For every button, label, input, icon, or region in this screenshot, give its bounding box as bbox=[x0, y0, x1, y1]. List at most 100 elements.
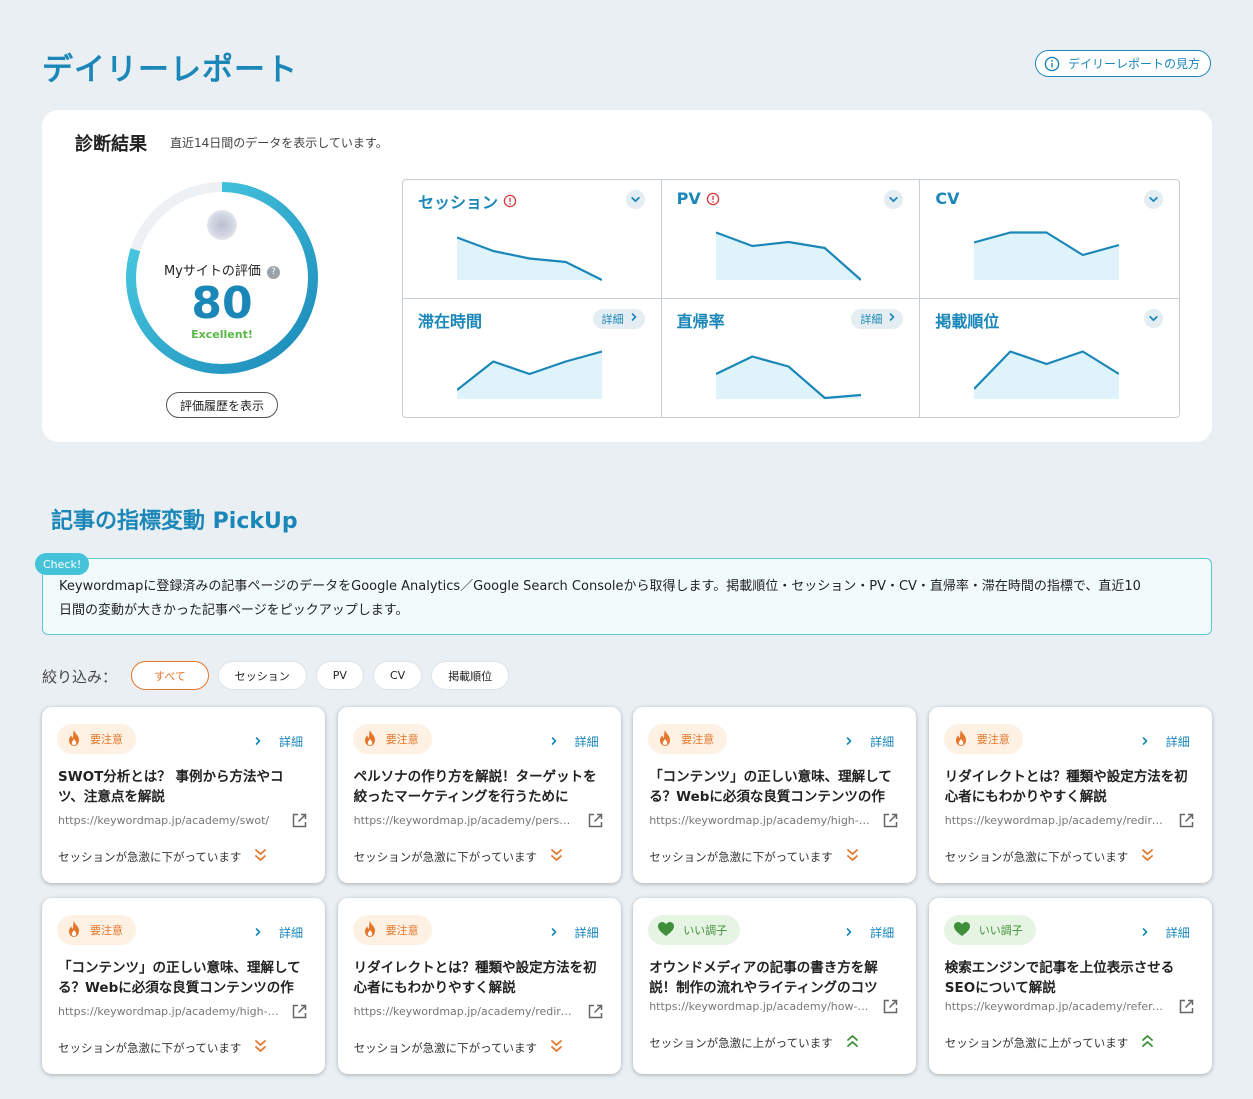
article-title[interactable]: SWOT分析とは？ 事例から方法やコツ、注意点を解説 bbox=[58, 767, 306, 807]
article-url[interactable]: https://keywordmap.jp/academy/persona/ bbox=[354, 814, 576, 827]
filter-chip[interactable]: すべて bbox=[131, 661, 209, 690]
card-detail-link[interactable]: 詳細 bbox=[549, 924, 599, 941]
external-link-icon[interactable] bbox=[291, 1003, 308, 1024]
external-link-icon[interactable] bbox=[1178, 998, 1195, 1019]
metric-expand-button[interactable] bbox=[1143, 190, 1163, 209]
status-badge: 要注意 bbox=[352, 915, 432, 945]
pickup-title: 記事の指標変動 PickUp bbox=[51, 509, 298, 534]
metric-expand-button[interactable] bbox=[884, 190, 904, 209]
article-title[interactable]: 「コンテンツ」の正しい意味、理解してる？Webに必須な良質コンテンツの作り方 bbox=[649, 767, 897, 807]
double-chevron-up-icon bbox=[1128, 1034, 1154, 1051]
metric-cell: CV bbox=[920, 180, 1179, 299]
double-chevron-down-icon bbox=[537, 848, 563, 865]
article-card[interactable]: いい調子 詳細 オウンドメディアの記事の書き方を解説！制作の流れやライティングのコツ… bbox=[633, 898, 917, 1074]
filter-chip[interactable]: 掲載順位 bbox=[431, 661, 510, 690]
external-link-icon[interactable] bbox=[1178, 812, 1195, 833]
double-chevron-up-icon bbox=[833, 1034, 859, 1051]
article-title[interactable]: ペルソナの作り方を解説！ターゲットを絞ったマーケティングを行うために bbox=[354, 767, 602, 807]
chevron-right-icon bbox=[253, 926, 279, 940]
metric-expand-button[interactable] bbox=[625, 190, 645, 209]
metric-name: セッション bbox=[418, 189, 517, 213]
metric-label: 滞在時間 bbox=[418, 311, 483, 331]
flame-icon bbox=[66, 920, 90, 941]
article-title[interactable]: 「コンテンツ」の正しい意味、理解してる？Webに必須な良質コンテンツの作り方 bbox=[58, 958, 306, 998]
card-detail-link[interactable]: 詳細 bbox=[844, 733, 894, 750]
article-url[interactable]: https://keywordmap.jp/academy/high-quali… bbox=[58, 1005, 280, 1018]
card-detail-link[interactable]: 詳細 bbox=[253, 924, 303, 941]
metric-change-text: セッションが急激に下がっています bbox=[944, 849, 1129, 864]
external-link-icon[interactable] bbox=[882, 998, 899, 1019]
article-url[interactable]: https://keywordmap.jp/academy/refer-to-s… bbox=[945, 1000, 1167, 1013]
card-detail-link[interactable]: 詳細 bbox=[1140, 924, 1190, 941]
metric-change: セッションが急激に下がっています bbox=[649, 848, 858, 865]
status-label: 要注意 bbox=[385, 733, 419, 746]
external-link-icon[interactable] bbox=[882, 812, 899, 833]
metric-label: 直帰率 bbox=[676, 311, 725, 331]
chevron-down-icon bbox=[888, 190, 899, 209]
metric-detail-button[interactable]: 詳細 bbox=[592, 308, 645, 329]
article-url[interactable]: https://keywordmap.jp/academy/redirect/ bbox=[354, 1005, 576, 1018]
article-title[interactable]: オウンドメディアの記事の書き方を解説！制作の流れやライティングのコツ bbox=[649, 958, 897, 998]
site-avatar bbox=[207, 210, 237, 240]
card-detail-link[interactable]: 詳細 bbox=[844, 924, 894, 941]
filter-chip[interactable]: セッション bbox=[217, 661, 307, 690]
article-card[interactable]: 要注意 詳細「コンテンツ」の正しい意味、理解してる？Webに必須な良質コンテンツの… bbox=[633, 707, 917, 883]
article-card[interactable]: 要注意 詳細 「コンテンツ」の正しい意味、理解してる？Webに必須な良質コンテンツの… bbox=[42, 898, 325, 1074]
card-detail-link[interactable]: 詳細 bbox=[253, 733, 303, 750]
external-link-icon[interactable] bbox=[587, 812, 604, 833]
page-title: デイリーレポート bbox=[42, 52, 298, 88]
report-guide-label: デイリーレポートの見方 bbox=[1067, 57, 1200, 71]
article-card[interactable]: いい調子 詳細検索エンジンで記事を上位表示させるSEOについて解説 https://… bbox=[928, 898, 1212, 1074]
metric-change-text: セッションが急激に下がっています bbox=[58, 1040, 242, 1055]
gauge-score: 80 bbox=[191, 278, 253, 329]
article-card[interactable]: 要注意 詳細リダイレクトとは？種類や設定方法を初心者にもわかりやすく解説 https… bbox=[337, 898, 621, 1074]
article-cards: 要注意 詳細 SWOT分析とは？ 事例から方法やコツ、注意点を解説 https://k… bbox=[42, 707, 1212, 1074]
status-label: いい調子 bbox=[978, 924, 1023, 937]
info-icon bbox=[1044, 56, 1060, 71]
article-url[interactable]: https://keywordmap.jp/academy/redirect/ bbox=[945, 814, 1167, 827]
status-badge: 要注意 bbox=[943, 724, 1023, 754]
chevron-right-icon bbox=[549, 735, 575, 749]
article-card[interactable]: 要注意 詳細ペルソナの作り方を解説！ターゲットを絞ったマーケティングを行うために h… bbox=[337, 707, 621, 883]
metric-change-text: セッションが急激に下がっています bbox=[649, 849, 833, 864]
chevron-right-icon bbox=[1140, 926, 1166, 940]
metric-detail-label: 詳細 bbox=[601, 312, 624, 326]
article-title[interactable]: リダイレクトとは？種類や設定方法を初心者にもわかりやすく解説 bbox=[945, 767, 1193, 807]
help-icon[interactable]: ? bbox=[267, 266, 281, 279]
diagnosis-subtitle: 直近14日間のデータを表示しています。 bbox=[170, 136, 388, 150]
status-label: 要注意 bbox=[976, 733, 1010, 746]
score-history-button[interactable]: 評価履歴を表示 bbox=[166, 392, 278, 418]
check-notice-line: Keywordmapに登録済みの記事ページのデータをGoogle Analyti… bbox=[59, 579, 1141, 594]
chevron-right-icon bbox=[844, 735, 870, 749]
article-card[interactable]: 要注意 詳細 SWOT分析とは？ 事例から方法やコツ、注意点を解説 https://k… bbox=[42, 707, 325, 883]
metrics-grid: セッション PV CV 滞在時間 詳細 直帰率 詳細 掲載順位 bbox=[402, 179, 1180, 418]
card-detail-link[interactable]: 詳細 bbox=[549, 733, 599, 750]
metric-change: セッションが急激に下がっています bbox=[945, 848, 1154, 865]
status-label: 要注意 bbox=[681, 733, 715, 746]
external-link-icon[interactable] bbox=[291, 812, 308, 833]
filter-label: 絞り込み： bbox=[42, 668, 118, 686]
article-url[interactable]: https://keywordmap.jp/academy/high-quali… bbox=[649, 814, 871, 827]
filter-chip[interactable]: PV bbox=[315, 661, 364, 690]
metric-sparkline bbox=[974, 349, 1120, 399]
warning-icon bbox=[706, 192, 720, 205]
article-title[interactable]: 検索エンジンで記事を上位表示させるSEOについて解説 bbox=[945, 958, 1193, 998]
card-detail-link[interactable]: 詳細 bbox=[1140, 733, 1190, 750]
filter-chip[interactable]: CV bbox=[372, 661, 423, 690]
status-badge: 要注意 bbox=[648, 724, 728, 754]
article-url[interactable]: https://keywordmap.jp/academy/how-to-wri… bbox=[649, 1000, 871, 1013]
warning-icon bbox=[503, 194, 517, 208]
report-guide-button[interactable]: デイリーレポートの見方 bbox=[1034, 50, 1211, 77]
metric-detail-button[interactable]: 詳細 bbox=[851, 308, 904, 329]
external-link-icon[interactable] bbox=[587, 1003, 604, 1024]
article-card[interactable]: 要注意 詳細リダイレクトとは？種類や設定方法を初心者にもわかりやすく解説 https… bbox=[928, 707, 1212, 883]
card-detail-label: 詳細 bbox=[574, 735, 599, 749]
chevron-right-icon bbox=[1140, 735, 1166, 749]
chevron-down-icon bbox=[1148, 190, 1159, 209]
metric-expand-button[interactable] bbox=[1143, 308, 1163, 328]
metric-cell: PV bbox=[661, 180, 921, 299]
article-title[interactable]: リダイレクトとは？種類や設定方法を初心者にもわかりやすく解説 bbox=[354, 958, 602, 998]
article-url[interactable]: https://keywordmap.jp/academy/swot/ bbox=[58, 814, 280, 827]
metric-name: PV bbox=[677, 189, 720, 208]
card-detail-label: 詳細 bbox=[1165, 735, 1190, 749]
